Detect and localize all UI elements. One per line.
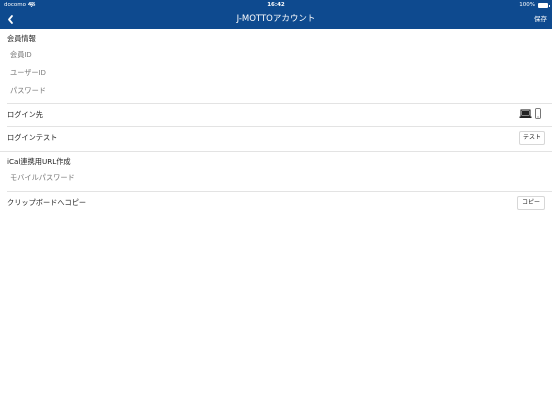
copy-button[interactable]: コピー — [517, 196, 545, 210]
phone-icon[interactable] — [535, 108, 541, 119]
navigation-bar: J-MOTTOアカウント 保存 — [0, 10, 552, 29]
mobile-password-input[interactable] — [10, 173, 310, 182]
status-time: 16:42 — [267, 2, 285, 8]
login-test-label: ログインテスト — [7, 133, 58, 142]
password-input[interactable] — [10, 86, 310, 95]
laptop-icon[interactable] — [519, 109, 532, 119]
page-title: J-MOTTOアカウント — [236, 14, 316, 24]
divider — [7, 103, 552, 104]
clipboard-copy-label: クリップボードへコピー — [7, 198, 87, 207]
login-target-label: ログイン先 — [7, 110, 43, 119]
user-id-input[interactable] — [10, 68, 310, 77]
member-info-heading: 会員情報 — [7, 34, 36, 43]
divider — [7, 126, 552, 127]
divider — [7, 191, 552, 192]
battery-icon — [538, 3, 550, 8]
section-divider — [0, 151, 552, 152]
member-id-input[interactable] — [10, 50, 310, 59]
save-button[interactable]: 保存 — [534, 10, 547, 29]
ical-url-heading: iCal連携用URL作成 — [7, 157, 71, 166]
status-bar: docomo 4G 16:42 100% — [0, 0, 552, 10]
battery-percentage: 100% — [519, 2, 535, 8]
test-button[interactable]: テスト — [519, 131, 545, 145]
